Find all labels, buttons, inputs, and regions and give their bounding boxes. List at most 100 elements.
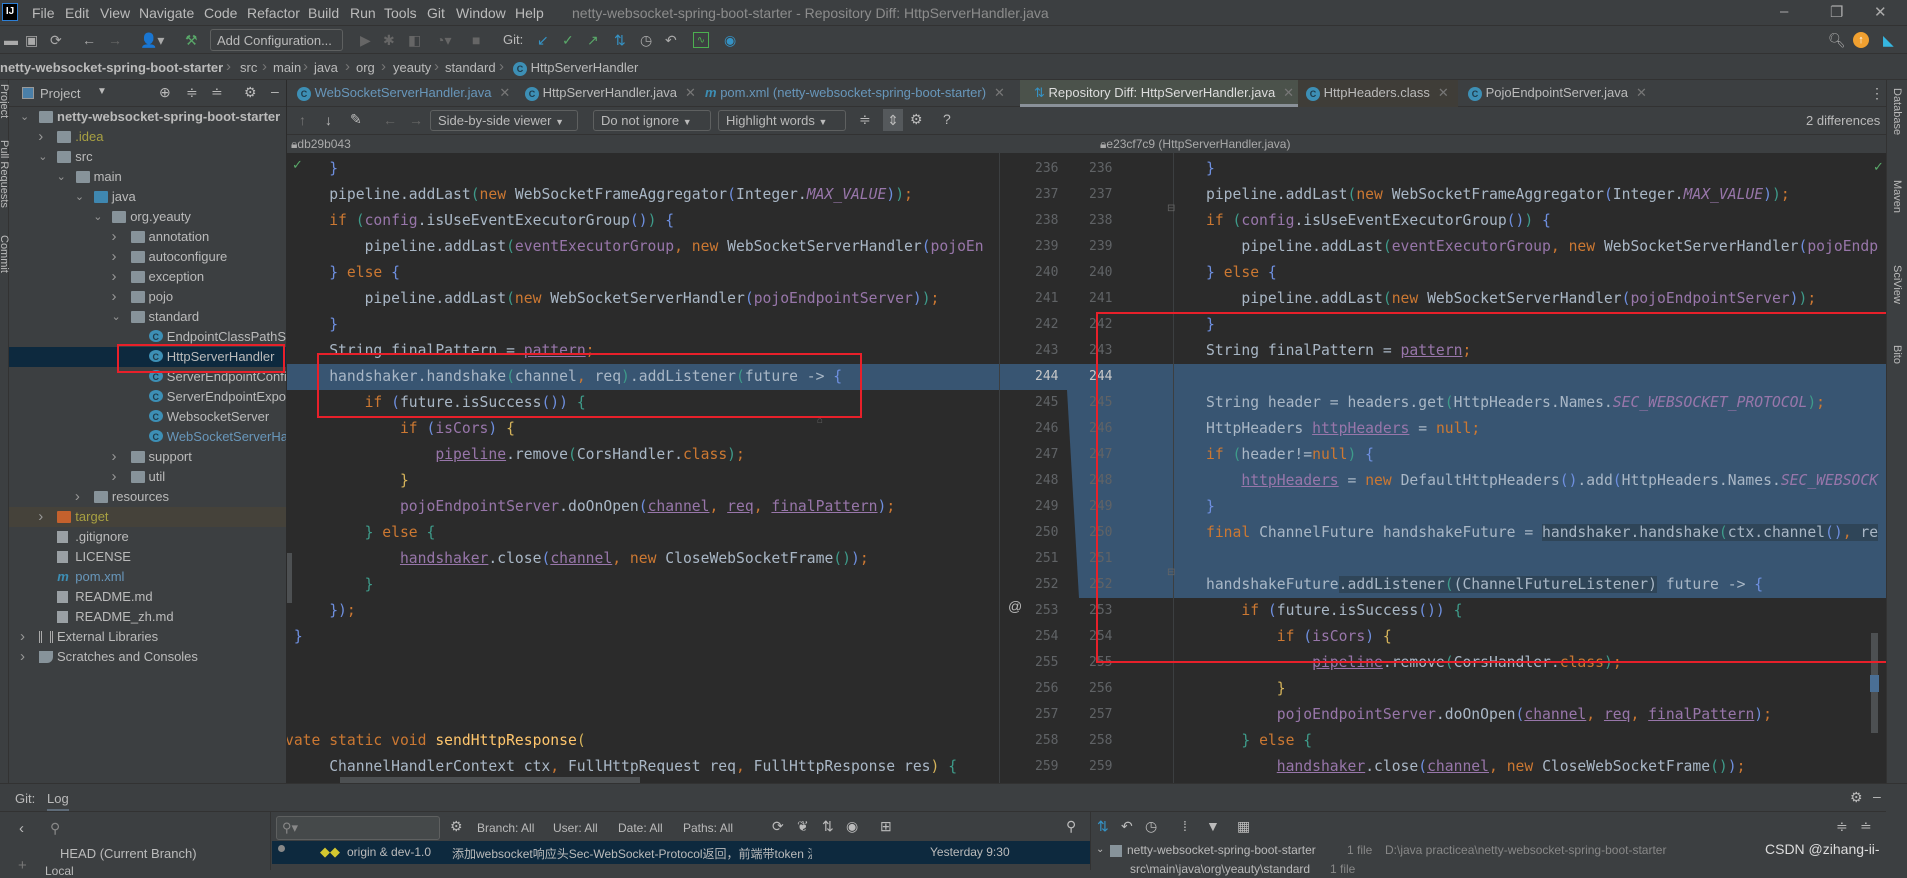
tree-item[interactable]: › target bbox=[9, 507, 286, 527]
coverage-icon[interactable]: ◧ bbox=[408, 32, 421, 48]
database-tool-window-button[interactable]: Database bbox=[1891, 88, 1903, 135]
group-by-icon[interactable]: ⁞ bbox=[1183, 818, 1187, 834]
highlight-dropdown[interactable]: Highlight words ▼ bbox=[718, 110, 846, 131]
tree-item[interactable]: LICENSE bbox=[9, 547, 286, 567]
menu-tools[interactable]: Tools bbox=[384, 5, 417, 21]
tab-httpserverhandler[interactable]: C HttpServerHandler.java ✕ bbox=[519, 80, 705, 107]
tree-item[interactable]: › annotation bbox=[9, 227, 286, 247]
tree-item[interactable]: README_zh.md bbox=[9, 607, 286, 627]
run-icon[interactable]: ▶ bbox=[360, 32, 371, 48]
tree-item[interactable]: ⌄ netty-websocket-spring-boot-starter bbox=[9, 107, 286, 127]
layout-icon[interactable]: ▦ bbox=[1237, 818, 1250, 835]
tree-item[interactable]: CServerEndpointExporter bbox=[9, 387, 286, 407]
tab-pom-xml[interactable]: m pom.xml (netty-websocket-spring-boot-s… bbox=[701, 80, 1020, 107]
tree-item[interactable]: › pojo bbox=[9, 287, 286, 307]
tree-item[interactable]: ⌄ java bbox=[9, 187, 286, 207]
breadcrumb-java[interactable]: java bbox=[314, 60, 338, 75]
search-icon[interactable]: ⚲ bbox=[1066, 818, 1076, 835]
monitor-icon[interactable]: ∿ bbox=[693, 32, 709, 48]
menu-build[interactable]: Build bbox=[308, 5, 339, 21]
refresh-icon[interactable]: ⟳ bbox=[772, 818, 784, 835]
tree-item[interactable]: › resources bbox=[9, 487, 286, 507]
tree-item[interactable]: › autoconfigure bbox=[9, 247, 286, 267]
tree-item[interactable]: ⌄ main bbox=[9, 167, 286, 187]
bito-tool-window-button[interactable]: Bito bbox=[1891, 345, 1903, 364]
expand-all-icon[interactable]: ≑ bbox=[186, 84, 198, 101]
task-check-icon[interactable]: ◉ bbox=[724, 32, 736, 48]
collapse-all-icon[interactable]: ≐ bbox=[211, 84, 223, 101]
open-new-tab-icon[interactable]: ⊞ bbox=[880, 818, 892, 835]
collapse-unchanged-icon[interactable]: ≑ bbox=[859, 111, 871, 128]
close-tab-icon[interactable]: ✕ bbox=[1636, 85, 1647, 100]
chevron-right-icon[interactable]: › bbox=[112, 287, 117, 307]
tab-repository-diff[interactable]: ⇅ Repository Diff: HttpServerHandler.jav… bbox=[1020, 80, 1298, 107]
hide-icon[interactable]: – bbox=[1873, 788, 1881, 804]
sort-icon[interactable]: ⇅ bbox=[822, 818, 834, 835]
branch-head[interactable]: HEAD (Current Branch) bbox=[60, 846, 197, 861]
branch-local[interactable]: Local bbox=[45, 864, 74, 878]
gear-icon[interactable]: ⚙ bbox=[244, 84, 257, 101]
gear-icon[interactable]: ⚙ bbox=[450, 818, 463, 835]
user-icon[interactable]: 👤▾ bbox=[140, 32, 164, 48]
tree-item[interactable]: C WebsocketServer bbox=[9, 407, 286, 427]
user-filter[interactable]: User: All bbox=[553, 821, 598, 835]
git-rollback-icon[interactable]: ↶ bbox=[665, 32, 677, 48]
fold-icon[interactable]: ⊟ bbox=[1167, 203, 1175, 214]
collapse-branches-icon[interactable]: ‹ bbox=[19, 820, 24, 837]
tree-item[interactable]: .gitignore bbox=[9, 527, 286, 547]
tree-item[interactable]: › External Libraries bbox=[9, 627, 286, 647]
sciview-tool-window-button[interactable]: SciView bbox=[1891, 265, 1903, 304]
restore-button[interactable]: ❐ bbox=[1830, 3, 1843, 21]
override-marker-icon[interactable]: @ bbox=[1008, 598, 1022, 614]
show-diff-icon[interactable]: ⇅ bbox=[1097, 818, 1109, 835]
chevron-right-icon[interactable]: › bbox=[75, 487, 80, 507]
git-history-icon[interactable]: ◷ bbox=[640, 32, 652, 48]
breadcrumb-main[interactable]: main bbox=[273, 60, 301, 75]
sync-scroll-toggle-icon[interactable]: ⇕ bbox=[883, 109, 903, 131]
close-tab-icon[interactable]: ✕ bbox=[499, 85, 510, 100]
ignore-dropdown[interactable]: Do not ignore ▼ bbox=[593, 110, 711, 131]
breadcrumb-yeauty[interactable]: yeauty bbox=[393, 60, 431, 75]
jetbrains-logo-icon[interactable]: ◣ bbox=[1883, 32, 1894, 48]
tree-item[interactable]: › support bbox=[9, 447, 286, 467]
help-button[interactable]: ? bbox=[943, 111, 951, 127]
breadcrumb-standard[interactable]: standard bbox=[445, 60, 496, 75]
chevron-right-icon[interactable]: › bbox=[112, 247, 117, 267]
next-file-icon[interactable]: → bbox=[409, 112, 423, 128]
tree-item[interactable]: m pom.xml bbox=[9, 567, 286, 587]
previous-difference-icon[interactable]: ↑ bbox=[299, 112, 306, 128]
changes-root[interactable]: netty-websocket-spring-boot-starter bbox=[1127, 843, 1316, 857]
search-everywhere-icon[interactable]: 🔍︎ bbox=[1828, 32, 1846, 48]
changes-subfolder[interactable]: src\main\java\org\yeauty\standard bbox=[1130, 862, 1310, 876]
tree-item[interactable]: › util bbox=[9, 467, 286, 487]
next-difference-icon[interactable]: ↓ bbox=[325, 112, 332, 128]
breadcrumb-src[interactable]: src bbox=[240, 60, 257, 75]
maven-tool-window-button[interactable]: Maven bbox=[1891, 180, 1903, 213]
close-tab-icon[interactable]: ✕ bbox=[685, 85, 696, 100]
tree-item[interactable]: CWebSocketServerHandler bbox=[9, 427, 286, 447]
tab-websocketserverhandler[interactable]: C WebSocketServerHandler.java ✕ bbox=[291, 80, 523, 107]
date-filter[interactable]: Date: All bbox=[618, 821, 663, 835]
edit-source-icon[interactable]: ✎ bbox=[350, 111, 362, 128]
branch-filter[interactable]: Branch: All bbox=[477, 821, 534, 835]
stop-icon[interactable]: ■ bbox=[472, 32, 480, 48]
hide-icon[interactable]: – bbox=[271, 83, 279, 99]
build-hammer-icon[interactable]: ⚒ bbox=[185, 32, 198, 48]
chevron-right-icon[interactable]: › bbox=[112, 467, 117, 487]
chevron-right-icon[interactable]: › bbox=[38, 127, 43, 147]
tree-item[interactable]: › Scratches and Consoles bbox=[9, 647, 286, 667]
chevron-down-icon[interactable]: ⌄ bbox=[38, 147, 47, 167]
menu-run[interactable]: Run bbox=[350, 5, 376, 21]
git-commit-icon[interactable]: ✓ bbox=[562, 32, 574, 48]
tree-item[interactable]: › exception bbox=[9, 267, 286, 287]
chevron-right-icon[interactable]: › bbox=[112, 267, 117, 287]
commit-row[interactable]: ◆◆ origin & dev-1.0 添加websocket响应头Sec-We… bbox=[272, 841, 1090, 864]
chevron-down-icon[interactable]: ▼ bbox=[97, 86, 107, 97]
menu-window[interactable]: Window bbox=[456, 5, 506, 21]
cherry-pick-icon[interactable]: ❦ bbox=[797, 818, 809, 835]
breadcrumb-org[interactable]: org bbox=[356, 60, 375, 75]
chevron-right-icon[interactable]: › bbox=[20, 647, 25, 667]
chevron-right-icon[interactable]: › bbox=[112, 447, 117, 467]
expand-all-icon[interactable]: ≑ bbox=[1836, 818, 1848, 835]
locate-icon[interactable]: ⊕ bbox=[159, 84, 171, 101]
